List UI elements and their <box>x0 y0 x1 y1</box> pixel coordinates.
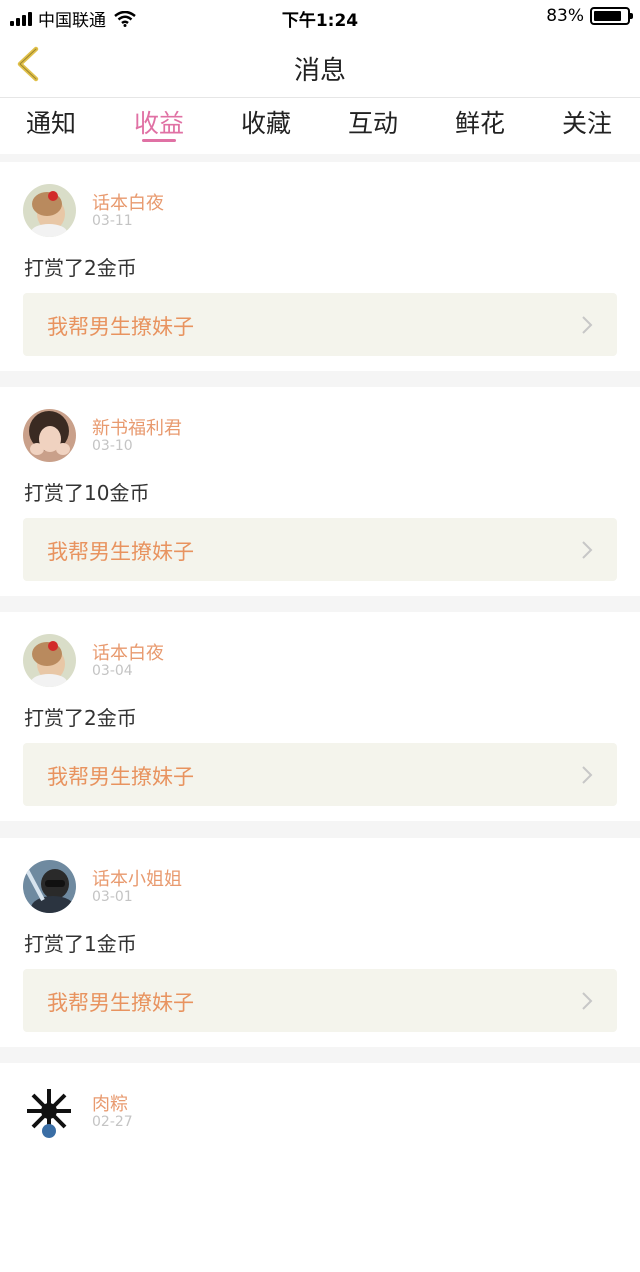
book-title: 我帮男生撩妹子 <box>47 315 194 339</box>
reward-text: 打赏了1金币 <box>24 932 137 956</box>
avatar-image <box>23 860 76 913</box>
nav-bar: 消息 <box>0 32 640 98</box>
chevron-right-icon <box>582 766 593 784</box>
avatar-image <box>23 409 76 462</box>
tab-earnings[interactable]: 收益 <box>119 104 199 148</box>
avatar-image <box>23 184 76 237</box>
avatar-image <box>23 634 76 687</box>
active-tab-indicator <box>142 139 176 142</box>
avatar[interactable] <box>23 184 76 237</box>
tab-favorites[interactable]: 收藏 <box>226 104 306 148</box>
tab-label: 收益 <box>133 109 184 138</box>
avatar[interactable] <box>23 860 76 913</box>
message-date: 03-04 <box>92 663 133 679</box>
message-card: 话本白夜 03-11 打赏了2金币 我帮男生撩妹子 <box>0 162 640 371</box>
username[interactable]: 话本小姐姐 <box>92 865 182 891</box>
book-link[interactable]: 我帮男生撩妹子 <box>23 743 617 806</box>
battery-fill <box>594 11 621 21</box>
book-title: 我帮男生撩妹子 <box>47 765 194 789</box>
tab-notify[interactable]: 通知 <box>11 104 91 148</box>
status-time: 下午1:24 <box>281 11 359 31</box>
tab-bar: 通知 收益 收藏 互动 鲜花 关注 <box>0 98 640 154</box>
chevron-right-icon <box>582 316 593 334</box>
book-title: 我帮男生撩妹子 <box>47 540 194 564</box>
username[interactable]: 新书福利君 <box>92 414 182 440</box>
username[interactable]: 话本白夜 <box>92 189 164 215</box>
tab-label: 关注 <box>561 109 612 138</box>
reward-text: 打赏了10金币 <box>24 481 150 505</box>
chevron-right-icon <box>582 992 593 1010</box>
avatar[interactable] <box>23 409 76 462</box>
tab-interactions[interactable]: 互动 <box>333 104 413 148</box>
book-link[interactable]: 我帮男生撩妹子 <box>23 969 617 1032</box>
reward-text: 打赏了2金币 <box>24 256 137 280</box>
message-card: 话本小姐姐 03-01 打赏了1金币 我帮男生撩妹子 <box>0 838 640 1047</box>
username[interactable]: 肉粽 <box>92 1090 128 1116</box>
tab-flowers[interactable]: 鲜花 <box>440 104 520 148</box>
avatar[interactable] <box>23 634 76 687</box>
tab-label: 鲜花 <box>454 109 505 138</box>
message-card: 话本白夜 03-04 打赏了2金币 我帮男生撩妹子 <box>0 612 640 821</box>
message-date: 02-27 <box>92 1114 133 1130</box>
reward-text: 打赏了2金币 <box>24 706 137 730</box>
tab-follow[interactable]: 关注 <box>547 104 627 148</box>
status-right: 83% <box>546 6 633 26</box>
page-title: 消息 <box>293 56 346 86</box>
battery-icon <box>590 7 633 25</box>
avatar-image <box>23 1085 76 1138</box>
book-link[interactable]: 我帮男生撩妹子 <box>23 293 617 356</box>
username[interactable]: 话本白夜 <box>92 639 164 665</box>
tab-label: 互动 <box>347 109 398 138</box>
tab-label: 通知 <box>25 109 76 138</box>
book-link[interactable]: 我帮男生撩妹子 <box>23 518 617 581</box>
message-card: 新书福利君 03-10 打赏了10金币 我帮男生撩妹子 <box>0 387 640 596</box>
message-date: 03-11 <box>92 213 133 229</box>
message-card: 肉粽 02-27 <box>0 1063 640 1272</box>
avatar[interactable] <box>23 1085 76 1138</box>
battery-percent: 83% <box>546 6 584 26</box>
status-bar: 中国联通 下午1:24 83% <box>0 0 640 32</box>
book-title: 我帮男生撩妹子 <box>47 991 194 1015</box>
tab-label: 收藏 <box>240 109 291 138</box>
message-date: 03-01 <box>92 889 133 905</box>
chevron-right-icon <box>582 541 593 559</box>
message-date: 03-10 <box>92 438 133 454</box>
